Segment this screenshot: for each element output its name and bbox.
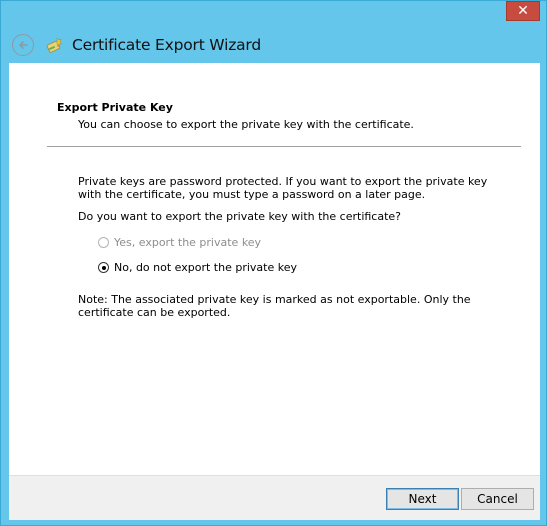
cancel-button[interactable]: Cancel — [461, 488, 534, 510]
wizard-window: ✕ Certificate Export Wizard Export Priva… — [0, 0, 547, 526]
radio-yes-export[interactable]: Yes, export the private key — [98, 236, 261, 249]
header-divider — [47, 146, 521, 147]
close-icon: ✕ — [517, 3, 529, 19]
title-row: Certificate Export Wizard — [9, 29, 538, 61]
window-title: Certificate Export Wizard — [72, 36, 261, 54]
wizard-content: Export Private Key You can choose to exp… — [9, 63, 540, 475]
radio-button-unselected[interactable] — [98, 237, 109, 248]
next-button[interactable]: Next — [386, 488, 459, 510]
close-button[interactable]: ✕ — [506, 1, 540, 21]
radio-no-export[interactable]: No, do not export the private key — [98, 261, 297, 274]
button-bar: Next Cancel — [9, 475, 540, 520]
radio-dot-icon — [101, 265, 106, 270]
radio-no-label: No, do not export the private key — [114, 261, 297, 274]
back-arrow-icon — [19, 41, 28, 49]
page-subtitle: You can choose to export the private key… — [78, 118, 414, 131]
page-header: Export Private Key You can choose to exp… — [9, 63, 540, 145]
page-title: Export Private Key — [57, 101, 173, 114]
not-exportable-note: Note: The associated private key is mark… — [78, 293, 471, 319]
radio-button-selected[interactable] — [98, 262, 109, 273]
certificate-wizard-icon — [46, 37, 63, 53]
export-question: Do you want to export the private key wi… — [78, 210, 402, 223]
back-button[interactable] — [12, 34, 34, 56]
password-info-text: Private keys are password protected. If … — [78, 175, 488, 201]
radio-yes-label: Yes, export the private key — [114, 236, 262, 249]
